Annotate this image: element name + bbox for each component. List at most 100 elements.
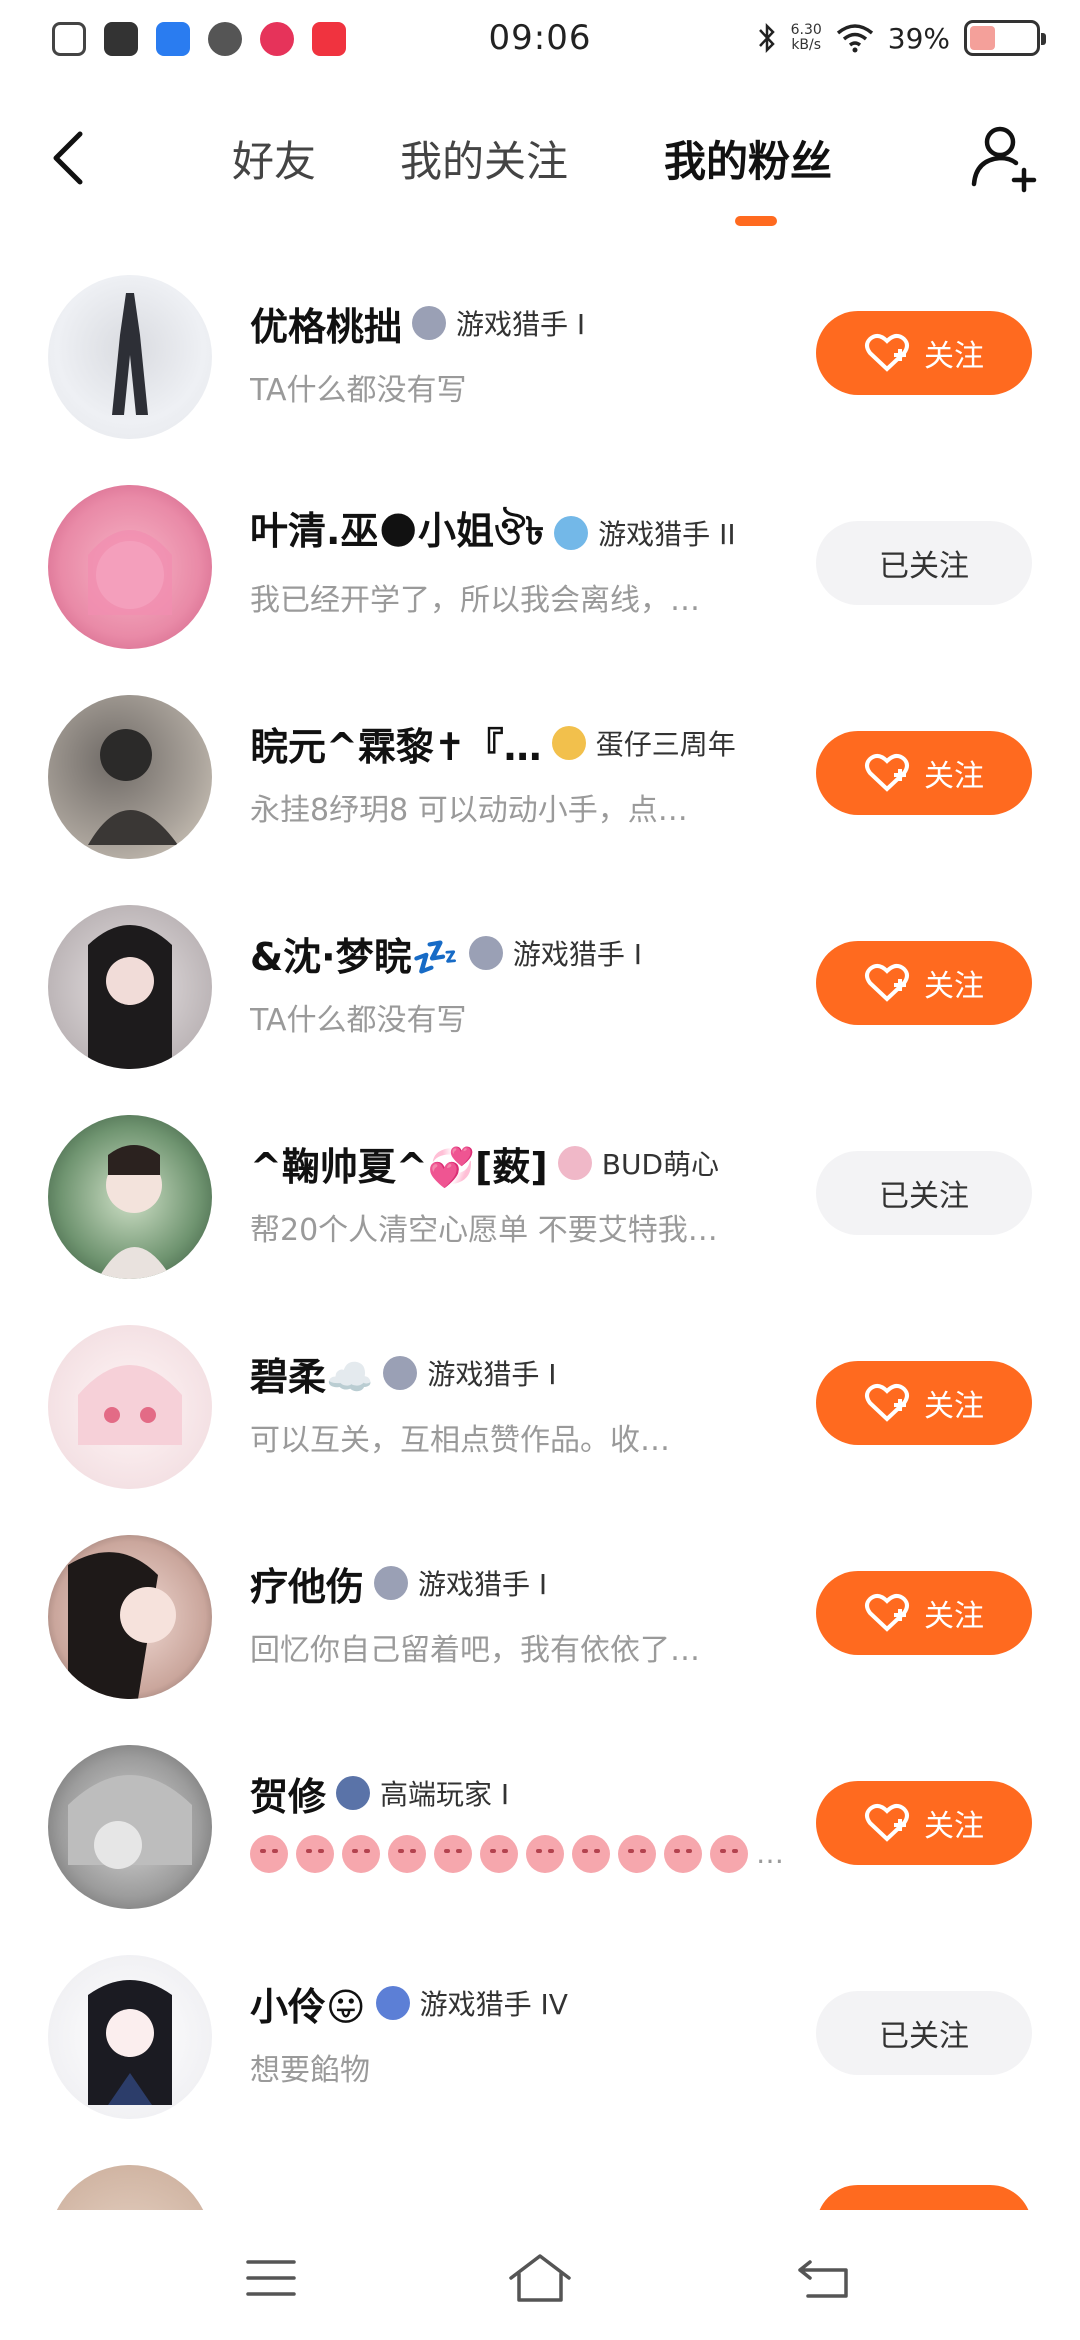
avatar-image [112,293,148,415]
level-badge-icon [412,306,447,340]
follow-label: 关注 [924,969,984,1004]
avatar-image [68,1775,192,1869]
bud-badge-icon [557,1146,592,1180]
follow-label: 关注 [924,1809,984,1844]
page-header: 好友 我的关注 我的粉丝 [0,100,1080,240]
user-name[interactable]: 贺修 [250,1766,326,1821]
list-item[interactable]: &沈·梦睆💤 游戏猎手 I TA什么都没有写 关注 [0,885,1080,1095]
followed-button[interactable]: 已关注 [816,1991,1032,2075]
name-line: 小伶😛 游戏猎手 IV [250,1979,568,2029]
user-bio: 可以互关，互相点赞作品。收… [250,1423,670,1458]
user-bio: 帮20个人清空心愿单 不要艾特我… [250,1213,718,1248]
user-bio: TA什么都没有写 [250,373,467,408]
heart-plus-icon [865,964,909,1002]
user-name[interactable]: 叶清.巫🌑小姐ঔ৳ [250,500,544,566]
angry-face-icon [710,1835,748,1873]
user-bio: 永挂8纾玥8 可以动动小手，点… [250,793,688,828]
angry-face-icon [572,1835,610,1873]
level-badge: BUD萌心 [601,1148,719,1181]
follow-button[interactable]: 关注 [816,731,1032,815]
angry-face-icon [342,1835,380,1873]
list-item[interactable]: 碧柔☁️ 游戏猎手 I 可以互关，互相点赞作品。收… 关注 [0,1305,1080,1515]
follow-button[interactable]: 关注 [816,1571,1032,1655]
avatar[interactable] [48,1325,212,1489]
avatar[interactable] [48,485,212,649]
heart-plus-icon [865,754,909,792]
avatar[interactable] [48,2165,212,2210]
list-item-partial[interactable] [0,2145,1080,2210]
level-badge-icon [383,1356,418,1390]
list-item[interactable]: 叶清.巫🌑小姐ঔ৳ 游戏猎手 II 我已经开学了，所以我会离线，… 已关注 [0,465,1080,675]
follow-button[interactable]: 关注 [816,941,1032,1025]
avatar[interactable] [48,1955,212,2119]
avatar-image [88,530,172,615]
list-item[interactable]: 疗他伤 游戏猎手 I 回忆你自己留着吧，我有依依了… 关注 [0,1515,1080,1725]
angry-face-icon [618,1835,656,1873]
level-badge-icon [374,1566,409,1600]
anniversary-badge-icon [551,726,586,760]
add-friend-button[interactable] [964,118,1044,198]
level-badge-icon [468,936,503,970]
elite-badge-icon [336,1776,371,1810]
avatar[interactable] [48,695,212,859]
list-item[interactable]: 优格桃拙 游戏猎手 I TA什么都没有写 关注 [0,255,1080,465]
level-badge: 蛋仔三周年 [595,728,736,761]
system-back-button[interactable] [790,2248,860,2308]
tab-bar: 好友 我的关注 我的粉丝 [0,128,1080,188]
user-name[interactable]: &沈·梦睆💤 [250,926,459,981]
followed-button[interactable]: 已关注 [816,1151,1032,1235]
avatar[interactable] [48,1535,212,1699]
follow-button[interactable]: 关注 [816,311,1032,395]
avatar-image [68,1552,176,1699]
avatar[interactable] [48,905,212,1069]
avatar-image [88,1980,172,2105]
battery-level [970,26,995,50]
level-badge-icon [375,1986,410,2020]
bluetooth-icon [758,22,775,54]
heart-plus-icon [865,1384,909,1422]
followed-button[interactable]: 已关注 [816,521,1032,605]
list-item[interactable]: 小伶😛 游戏猎手 IV 想要餡物 已关注 [0,1935,1080,2145]
user-name[interactable]: 小伶😛 [250,1976,366,2031]
user-name[interactable]: 碧柔☁️ [250,1346,373,1401]
level-badge: 游戏猎手 II [598,518,736,551]
list-item[interactable]: 贺修 高端玩家 I … 关注 [0,1725,1080,1935]
avatar-image [88,729,178,845]
level-badge: 游戏猎手 I [456,308,586,341]
avatar-image [98,1145,172,1279]
name-line: 碧柔☁️ 游戏猎手 I [250,1349,557,1399]
user-bio: 我已经开学了，所以我会离线，… [250,583,700,618]
name-line: 疗他伤 游戏猎手 I [250,1559,547,1609]
user-name[interactable]: 优格桃拙 [250,296,402,351]
name-line: &沈·梦睆💤 游戏猎手 I [250,929,642,979]
user-name[interactable]: 疗他伤 [250,1556,364,1611]
user-name[interactable]: 睆元^霖黎✝『… [250,716,542,771]
avatar[interactable] [48,1745,212,1909]
user-bio: 回忆你自己留着吧，我有依依了… [250,1633,700,1668]
tab-fans[interactable]: 我的粉丝 [664,128,832,189]
add-user-icon [971,126,1037,193]
name-line: 贺修 高端玩家 I [250,1769,510,1819]
follow-button[interactable]: 关注 [816,1781,1032,1865]
home-icon [509,2254,571,2302]
menu-button[interactable] [236,2248,306,2308]
avatar[interactable] [48,1115,212,1279]
home-button[interactable] [505,2248,575,2308]
heart-plus-icon [865,334,909,372]
followed-label: 已关注 [879,2019,969,2054]
system-nav-bar [0,2210,1080,2340]
name-line: 睆元^霖黎✝『… 蛋仔三周年 [250,719,736,769]
list-item[interactable]: 睆元^霖黎✝『… 蛋仔三周年 永挂8纾玥8 可以动动小手，点… 关注 [0,675,1080,885]
network-speed: 6.30 kB/s [790,22,822,53]
tab-following[interactable]: 我的关注 [400,128,568,189]
follow-button[interactable]: 关注 [816,1361,1032,1445]
angry-face-icon [250,1835,288,1873]
menu-icon [246,2260,296,2296]
follow-button[interactable] [816,2185,1032,2210]
avatar[interactable] [48,275,212,439]
list-item[interactable]: ^鞠帅夏^💞[薮] BUD萌心 帮20个人清空心愿单 不要艾特我… 已关注 [0,1095,1080,1305]
user-name[interactable]: ^鞠帅夏^💞[薮] [250,1136,548,1191]
level-badge: 高端玩家 I [380,1778,510,1811]
tab-friends[interactable]: 好友 [232,128,316,189]
followed-label: 已关注 [879,1179,969,1214]
